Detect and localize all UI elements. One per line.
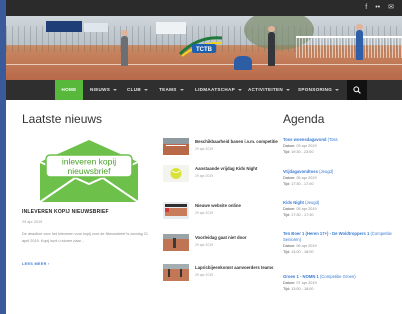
agenda-item-time: 19:30 - 23:00 [291,150,314,154]
main-navbar: HOME NIEUWS CLUB TEAMS LIDMAATSCHAP ACTI… [6,80,402,100]
agenda-item[interactable]: Vrijdagavondtoss (Jeugd) Datum: 05 apr 2… [283,169,399,187]
chevron-down-icon [238,88,243,91]
flickr-icon[interactable]: •• [375,3,380,12]
page: f •• ✉ TCTB HOME NIEUWS CLUB TEAMS LIDMA… [6,0,402,314]
tennis-player [356,24,363,60]
news-section-title: Laatste nieuws [22,112,103,126]
news-list-item[interactable]: Beschikbaarheid banen i.v.m. competitie … [163,138,283,160]
nav-item-home[interactable]: HOME [55,80,83,100]
news-item-date: 29 apr 2019 [195,174,214,178]
ball-basket [234,56,252,70]
search-icon [353,86,361,94]
hero-banner: TCTB [6,16,402,80]
news-item-title: Voorleidag gaat niet door [195,235,247,240]
chevron-down-icon [113,88,118,91]
feature-image-line2: nieuwsbrief [68,166,112,176]
chevron-down-icon [143,88,148,91]
agenda-item-title[interactable]: Vrijdagavondtoss [283,169,318,174]
club-logo-text: TCTB [196,47,213,53]
agenda-item-title[interactable]: Toss woensdagavond [283,137,326,142]
read-more-link[interactable]: LEES MEER › [22,262,50,266]
news-list-item[interactable]: Lapricbijeenkomst aanvoerders teams 29 a… [163,264,283,286]
agenda-item-time: 13:00 - 18:00 [291,287,314,291]
nav-item-nieuws[interactable]: NIEUWS [90,80,118,100]
agenda-item-title[interactable]: Ten Boer 1 (Heren 17+) - De Woldtroppers… [283,231,369,236]
tennis-net [296,36,402,58]
news-item-date: 29 apr 2019 [195,211,214,215]
agenda-item[interactable]: Kids Night (Jeugd) Datum: 05 apr 2019 Ti… [283,200,399,218]
chevron-down-icon [286,88,290,91]
feature-image-line1: inleveren kopij [62,157,116,167]
social-links: f •• ✉ [365,3,394,12]
sponsor-board [156,22,186,34]
agenda-section-title: Agenda [283,112,325,126]
sponsor-board [84,23,108,32]
agenda-item[interactable]: Toss woensdagavond (Toss Datum: 03 apr 2… [283,137,399,155]
agenda-item-date: 03 apr 2019 [296,144,317,148]
nav-item-activiteiten[interactable]: ACTIVITEITEN [248,80,290,100]
agenda-item-time: 17:30 - 17:30 [291,213,314,217]
news-thumbnail [163,264,189,281]
club-logo[interactable]: TCTB [178,34,224,58]
news-item-date: 29 apr 2019 [195,273,214,277]
agenda-item-date: 05 apr 2019 [296,207,317,211]
court-line [6,64,402,65]
agenda-item-date: 07 apr 2019 [296,281,317,285]
nav-item-sponsoring[interactable]: SPONSORING [298,80,340,100]
feature-date: 29 apr 2019 [22,220,43,224]
agenda-item-date: 05 apr 2019 [296,176,317,180]
tennis-player [268,26,275,66]
news-item-title: Beschikbaarheid banen i.v.m. competitie [195,139,278,144]
agenda-item-title[interactable]: Groen 1 - NOMN 1 [283,274,319,279]
news-thumbnail [163,234,189,251]
agenda-item[interactable]: Groen 1 - NOMN 1 (Competitie Groen) Datu… [283,274,399,292]
chevron-down-icon [179,88,184,91]
news-item-title: Nieuwe website online [195,203,241,208]
sponsor-board [46,21,82,32]
news-list-item[interactable]: Voorleidag gaat niet door 29 apr 2019 [163,234,283,256]
agenda-item-date: 06 apr 2019 [296,244,317,248]
feature-excerpt: De deadline voor het inleveren voor kopi… [22,232,149,243]
facebook-icon[interactable]: f [365,3,367,12]
agenda-item-time: 17:30 - 17:00 [291,182,314,186]
email-icon[interactable]: ✉ [388,3,394,12]
nav-item-lidmaatschap[interactable]: LIDMAATSCHAP [195,80,243,100]
tennis-player [121,30,128,66]
search-button[interactable] [347,80,367,100]
news-thumbnail [163,138,189,155]
nav-item-club[interactable]: CLUB [127,80,148,100]
feature-heading[interactable]: INLEVEREN KOPIJ NIEUWSBRIEF [22,209,152,215]
news-list-item[interactable]: Aanstaande vrijdag Kids Night 29 apr 201… [163,165,283,187]
agenda-item-title[interactable]: Kids Night [283,200,304,205]
top-utility-bar: f •• ✉ [6,0,402,16]
feature-image[interactable]: inleveren kopij nieuwsbrief [34,138,144,204]
news-thumbnail [163,202,189,219]
news-list-item[interactable]: Nieuwe website online 29 apr 2019 [163,202,283,224]
news-item-date: 29 apr 2019 [195,147,214,151]
agenda-item-time: 13:00 - 18:00 [291,250,314,254]
nav-item-teams[interactable]: TEAMS [159,80,184,100]
news-item-date: 29 apr 2019 [195,243,214,247]
news-item-title: Lapricbijeenkomst aanvoerders teams [195,265,274,270]
news-item-title: Aanstaande vrijdag Kids Night [195,166,258,171]
chevron-down-icon [335,88,340,91]
agenda-item[interactable]: Ten Boer 1 (Heren 17+) - De Woldtroppers… [283,231,399,255]
news-thumbnail [163,165,189,182]
